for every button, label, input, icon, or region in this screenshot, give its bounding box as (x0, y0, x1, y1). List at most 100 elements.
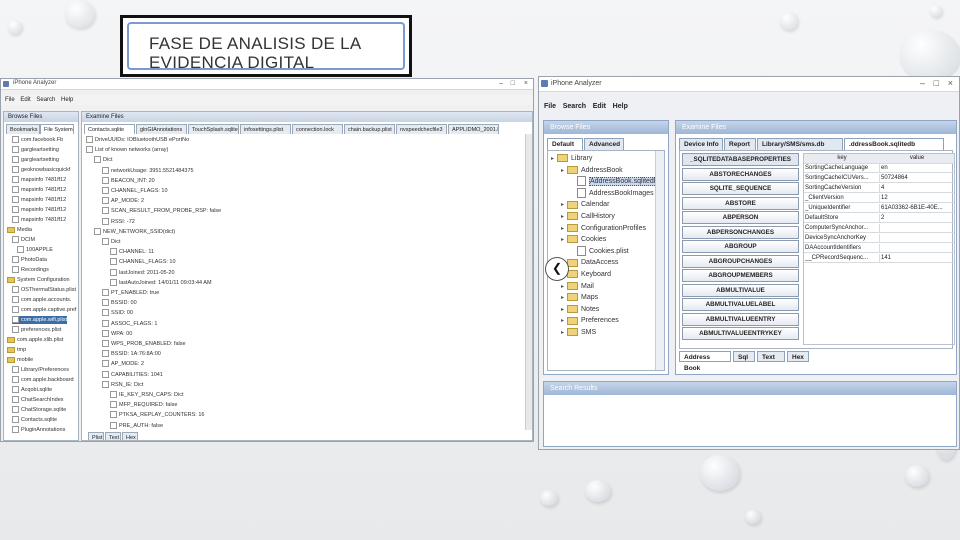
minimize-icon[interactable]: – (920, 79, 925, 88)
table-button[interactable]: ABMULTIVALUE (682, 283, 799, 297)
menu-search[interactable]: Search (563, 101, 586, 113)
menu-search[interactable]: Search (36, 95, 55, 105)
menu-file[interactable]: File (5, 95, 15, 105)
table-button[interactable]: ABMULTIVALUEENTRYKEY (682, 327, 799, 340)
tree-row[interactable]: Media (7, 226, 32, 234)
tree-item[interactable]: ▸ Preferences (561, 315, 619, 326)
chevron-left-icon[interactable]: ❮ (545, 257, 569, 281)
tab-bookmarks[interactable]: Bookmarks (6, 124, 40, 134)
grid-key-cell[interactable]: SortingCacheICUVers... (804, 174, 880, 183)
menu-help[interactable]: Help (61, 95, 73, 105)
grid-key-cell[interactable]: DAAccountIdentifiers (804, 244, 880, 253)
tree-row[interactable]: mapsinfo 7481ff12 (12, 186, 66, 194)
examine-tab[interactable]: TouchSplash.sqlite3 (188, 124, 239, 134)
grid-value-cell[interactable]: 2 (880, 214, 954, 223)
tab-sms-db[interactable]: Library/SMS/sms.db (757, 138, 843, 150)
tab-advanced[interactable]: Advanced (584, 138, 624, 150)
detail-row[interactable]: List of known networks (array) (86, 146, 168, 154)
detail-row[interactable]: networkUsage: 3951.5521484375 (102, 166, 194, 175)
tree-row[interactable]: mapsinfo 7481ff12 (12, 216, 66, 224)
tree-row[interactable]: Library/Preferences (12, 366, 69, 374)
grid-value-cell[interactable]: 50724864 (880, 174, 954, 183)
tree-row[interactable]: Recordings (12, 266, 49, 274)
close-icon[interactable]: × (524, 80, 528, 88)
detail-row[interactable]: PT_ENABLED: true (102, 289, 159, 297)
tree-item[interactable]: ▸ CallHistory (561, 211, 615, 222)
menu-help[interactable]: Help (613, 101, 628, 113)
tree-row[interactable]: PluginAnnotations (12, 426, 65, 434)
tree-item[interactable]: AddressBookImages (571, 187, 654, 199)
tree-row[interactable]: com.facebook.Fb (12, 136, 63, 144)
examine-tab[interactable]: glnGIAnnotations (136, 124, 187, 134)
right-tree-scrollbar[interactable] (655, 151, 664, 370)
detail-row[interactable]: Dict (94, 156, 112, 164)
tab-plist[interactable]: Plist (88, 432, 104, 440)
tree-row[interactable]: DCIM (12, 236, 35, 244)
maximize-icon[interactable]: □ (511, 80, 515, 88)
table-button[interactable]: ABSTORE (682, 196, 799, 210)
grid-key-cell[interactable]: __CPRecordSequenc... (804, 254, 880, 263)
grid-value-cell[interactable]: 61A03362-6B1E-40E... (880, 204, 954, 213)
menu-file[interactable]: File (544, 101, 556, 113)
tree-row[interactable]: preferences.plist (12, 326, 61, 334)
examine-tab[interactable]: APPLIDMO_2001.MOV (448, 124, 499, 134)
detail-row[interactable]: CHANNEL_FLAGS: 10 (102, 187, 168, 195)
detail-row[interactable]: MFP_REQUIRED: false (110, 401, 177, 409)
detail-row[interactable]: PRE_AUTH: false (110, 421, 163, 430)
grid-value-cell[interactable]: en (880, 164, 954, 173)
tree-item[interactable]: ▸ AddressBook (561, 165, 623, 176)
tab-device-info[interactable]: Device Info (679, 138, 723, 150)
tree-row[interactable]: gargleartsetting (12, 146, 59, 154)
tree-row[interactable]: com.apple.captive.pref (12, 306, 76, 314)
detail-row[interactable]: IE_KEY_RSN_CAPS: Dict (110, 391, 184, 399)
grid-key-cell[interactable]: DefaultStore (804, 214, 880, 223)
grid-key-cell[interactable]: ComputerSyncAnchor... (804, 224, 880, 233)
detail-row[interactable]: CHANNEL: 11 (110, 248, 154, 256)
detail-row[interactable]: WPA: 00 (102, 329, 132, 338)
grid-value-cell[interactable]: 12 (880, 194, 954, 203)
detail-row[interactable]: AP_MODE: 2 (102, 360, 144, 368)
detail-row[interactable]: BSSID: 1A:76:8A:00 (102, 350, 161, 358)
tree-row[interactable]: OSThermalStatus.plist (12, 286, 76, 294)
tree-row[interactable]: mapsinfo 7481ff12 (12, 196, 66, 204)
grid-key-cell[interactable]: _ClientVersion (804, 194, 880, 203)
grid-value-cell[interactable]: 4 (880, 184, 954, 193)
tree-item[interactable]: ▸ Library (551, 153, 592, 164)
tab-hex[interactable]: Hex (122, 432, 138, 440)
detail-row[interactable]: CHANNEL_FLAGS: 10 (110, 258, 176, 266)
detail-row[interactable]: NEW_NETWORK_SSID(dict) (94, 227, 175, 236)
table-button[interactable]: _SQLITEDATABASEPROPERTIES (682, 153, 799, 166)
left-detail-scrollbar[interactable] (525, 134, 532, 430)
tree-row[interactable]: ChatSearchIndex (12, 396, 64, 404)
tab-addressbook-db[interactable]: .ddressBook.sqlitedb (844, 138, 944, 150)
bottom-tab[interactable]: Sql (733, 351, 755, 362)
grid-key-cell[interactable]: SortingCacheVersion (804, 184, 880, 193)
menu-edit[interactable]: Edit (20, 95, 30, 105)
table-button[interactable]: ABPERSON (682, 211, 799, 224)
tree-row[interactable]: mapsinfo 7481ff12 (12, 176, 66, 184)
table-button[interactable]: ABMULTIVALUEENTRY (682, 312, 799, 326)
tree-row[interactable]: com.apple.wifi.plist (12, 316, 68, 324)
examine-tab[interactable]: connection.lock (292, 124, 343, 134)
tree-row[interactable]: geoknowbasicquickf (12, 166, 70, 174)
tree-item[interactable]: ▸ ConfigurationProfiles (561, 223, 646, 234)
tree-row[interactable]: com.apple.xlib.plist (7, 336, 63, 344)
menu-edit[interactable]: Edit (593, 101, 606, 113)
table-button[interactable]: ABMULTIVALUELABEL (682, 298, 799, 311)
tree-item[interactable]: ▸ Mail (561, 281, 594, 292)
grid-key-cell[interactable]: _UniqueIdentifier (804, 204, 880, 213)
grid-value-cell[interactable] (880, 234, 954, 243)
detail-row[interactable]: BSSID: 00 (102, 299, 137, 307)
detail-row[interactable]: lastAutoJoined: 14/01/11 09:03:44 AM (110, 278, 212, 287)
maximize-icon[interactable]: □ (934, 79, 939, 88)
table-button[interactable]: ABSTORECHANGES (682, 167, 799, 181)
tree-row[interactable]: Acqobi.sqlite (12, 386, 52, 394)
tab-default[interactable]: Default (547, 138, 583, 150)
tree-row[interactable]: com.apple.accounts. (12, 296, 71, 304)
tree-row[interactable]: ChatStorage.sqlite (12, 406, 66, 414)
bottom-tab[interactable]: Text (757, 351, 785, 362)
tab-file-system[interactable]: File System (40, 124, 74, 134)
table-button[interactable]: ABPERSONCHANGES (682, 225, 799, 239)
tree-row[interactable]: System Configuration (7, 276, 70, 284)
tree-item[interactable]: Cookies.plist (571, 245, 629, 257)
